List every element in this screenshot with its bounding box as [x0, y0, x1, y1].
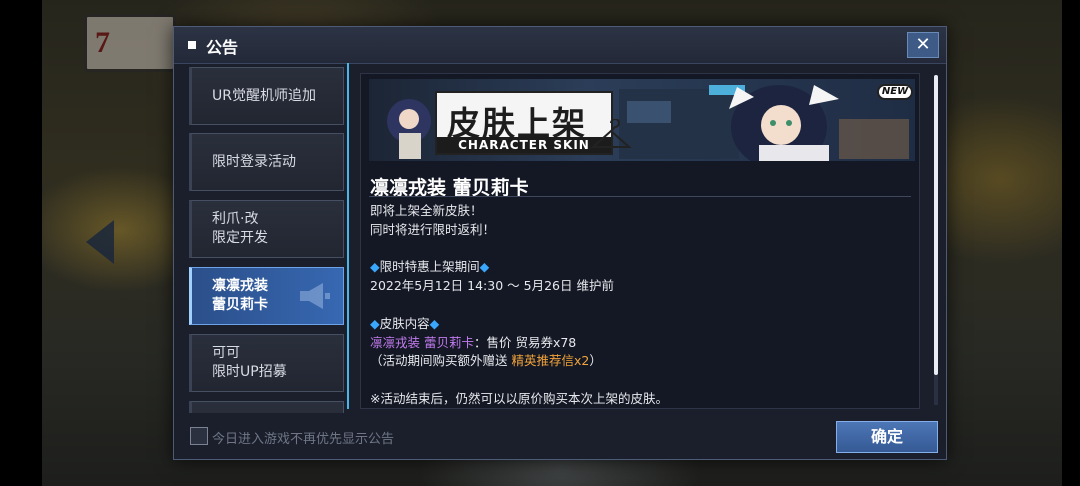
skin-price-line: 凛凛戎装 蕾贝莉卡：售价 贸易券x78: [370, 334, 910, 353]
closing-note: ※活动结束后，仍然可以以原价购买本次上架的皮肤。: [370, 390, 668, 406]
section-content-heading: ◆皮肤内容◆: [370, 315, 910, 334]
screen-left-edge: [0, 0, 42, 486]
section-heading-text: 皮肤内容: [379, 315, 430, 331]
close-button[interactable]: ✕: [907, 32, 939, 58]
sidebar-item-login-event[interactable]: 限时登录活动: [189, 133, 344, 191]
sidebar-item-skin-active[interactable]: 凛凛戎装 蕾贝莉卡: [189, 267, 344, 325]
period-dates: 2022年5月12日 14:30 ～ 5月26日 维护前: [370, 278, 614, 294]
bonus-item-highlight: 精英推荐信x2: [511, 353, 590, 369]
section-period-heading: ◆限时特惠上架期间◆: [370, 258, 910, 277]
sidebar-item-label: 可可: [212, 345, 240, 361]
megaphone-icon: [300, 283, 330, 309]
diamond-icon: ◆: [370, 259, 380, 275]
sidebar-item-label: UR觉醒机师追加: [212, 87, 316, 104]
announcement-sidebar: UR觉醒机师追加 限时登录活动 利爪·改 限定开发 凛凛戎装 蕾贝莉卡 可可 限…: [189, 67, 347, 413]
content-scrollbar-thumb[interactable]: [934, 75, 938, 375]
title-bullet-icon: [188, 41, 196, 49]
dialog-title: 公告: [206, 38, 239, 57]
skin-price: ：售价 贸易券x78: [473, 334, 577, 350]
section-heading-text: 限时特惠上架期间: [379, 259, 480, 275]
banner-title-plate: 皮肤上架 CHARACTER SKIN: [435, 91, 613, 155]
announcement-dialog: 公告 ✕ UR觉醒机师追加 限时登录活动 利爪·改 限定开发 凛凛戎装 蕾贝莉卡…: [173, 26, 947, 460]
confirm-button[interactable]: 确定: [836, 421, 938, 453]
sidebar-divider: [347, 63, 349, 409]
sidebar-item-label: 限定开发: [212, 230, 268, 246]
diamond-icon: ◆: [429, 315, 440, 331]
announcement-body: 即将上架全新皮肤！ 同时将进行限时返利！ ◆限时特惠上架期间◆ 2022年5月1…: [370, 202, 910, 408]
announcement-content: 皮肤上架 CHARACTER SKIN NEW 凛凛戎装 蕾贝莉卡 即将上架全新…: [360, 73, 920, 409]
screen-right-edge: [1062, 0, 1080, 486]
sidebar-item-coco-recruit[interactable]: 可可 限时UP招募: [189, 334, 344, 392]
sidebar-item-label: 限时登录活动: [212, 153, 296, 170]
bonus-line: （活动期间购买额外赠送 精英推荐信x2）: [370, 352, 910, 371]
diamond-icon: ◆: [370, 315, 380, 331]
bonus-prefix: （活动期间购买额外赠送: [370, 353, 512, 369]
title-divider: [369, 196, 911, 197]
skin-name-highlight: 凛凛戎装 蕾贝莉卡: [370, 334, 474, 350]
banner-subtitle: CHARACTER SKIN: [437, 137, 611, 153]
hanger-icon: [590, 119, 632, 148]
sidebar-item-partial[interactable]: [189, 401, 344, 413]
dont-show-label: 今日进入游戏不再优先显示公告: [212, 432, 395, 447]
sidebar-item-ur-awaken[interactable]: UR觉醒机师追加: [189, 67, 344, 125]
new-badge: NEW: [877, 84, 913, 100]
dialog-titlebar: 公告 ✕: [174, 27, 946, 64]
sidebar-item-claw-dev[interactable]: 利爪·改 限定开发: [189, 200, 344, 258]
sidebar-item-label: 限时UP招募: [212, 364, 287, 380]
skin-banner-image: 皮肤上架 CHARACTER SKIN NEW: [369, 79, 915, 161]
intro-line-2: 同时将进行限时返利！: [370, 221, 496, 237]
dont-show-checkbox[interactable]: [190, 427, 208, 445]
bonus-suffix: ）: [589, 353, 602, 369]
intro-line-1: 即将上架全新皮肤！: [370, 203, 483, 218]
diamond-icon: ◆: [479, 259, 490, 275]
sidebar-item-label: 利爪·改: [212, 211, 259, 227]
